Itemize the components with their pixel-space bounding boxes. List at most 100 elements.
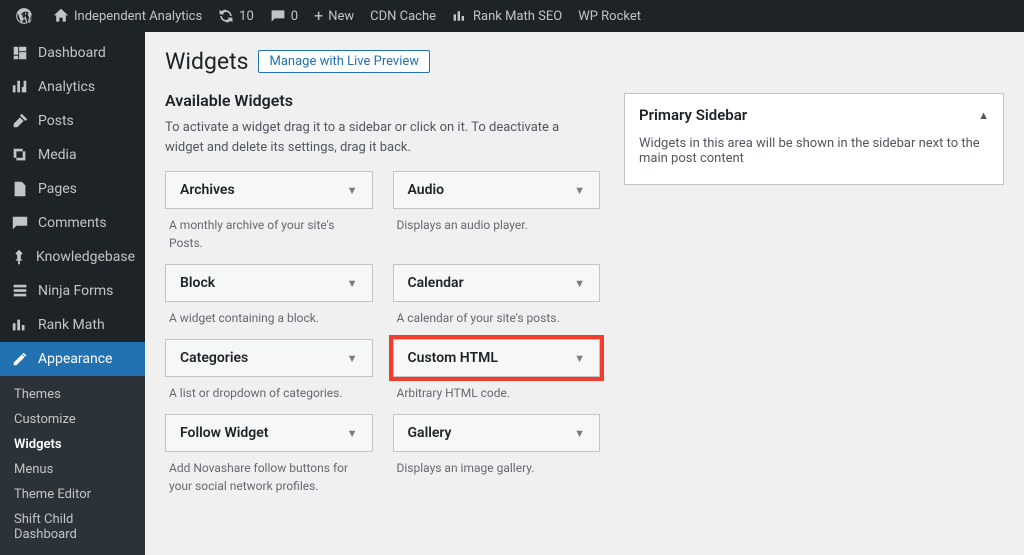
widget-name: Categories bbox=[180, 350, 248, 366]
widget-audio[interactable]: Audio ▼ bbox=[393, 171, 601, 209]
sidebar-item-comments[interactable]: Comments bbox=[0, 206, 145, 240]
widget-desc: A monthly archive of your site's Posts. bbox=[165, 209, 373, 254]
widget-name: Follow Widget bbox=[180, 425, 269, 441]
primary-sidebar-panel: Primary Sidebar ▲ Widgets in this area w… bbox=[624, 93, 1004, 185]
updates[interactable]: 10 bbox=[210, 0, 262, 32]
sidebar-item-rank-math[interactable]: Rank Math bbox=[0, 308, 145, 342]
submenu-shift-child[interactable]: Shift Child Dashboard bbox=[0, 507, 145, 547]
chevron-down-icon: ▼ bbox=[347, 184, 358, 197]
widget-block[interactable]: Block ▼ bbox=[165, 264, 373, 302]
widget-custom-html[interactable]: Custom HTML ▼ bbox=[393, 339, 601, 377]
widget-grid: Archives▼A monthly archive of your site'… bbox=[165, 171, 600, 507]
sidebar-item-ninja-forms[interactable]: Ninja Forms bbox=[0, 274, 145, 308]
sidebar-item-label: Media bbox=[38, 147, 77, 163]
wp-rocket[interactable]: WP Rocket bbox=[570, 0, 649, 32]
chevron-down-icon: ▼ bbox=[574, 427, 585, 440]
sidebar-item-label: Comments bbox=[38, 215, 107, 231]
submenu-customize[interactable]: Customize bbox=[0, 407, 145, 432]
sidebar-item-label: Dashboard bbox=[38, 45, 106, 61]
primary-sidebar-desc: Widgets in this area will be shown in th… bbox=[625, 136, 1003, 184]
available-widgets-desc: To activate a widget drag it to a sideba… bbox=[165, 118, 600, 157]
available-widgets-column: Available Widgets To activate a widget d… bbox=[165, 89, 600, 507]
primary-sidebar-toggle[interactable]: Primary Sidebar ▲ bbox=[625, 94, 1003, 136]
admin-sidebar: Dashboard Analytics Posts Media Pages Co… bbox=[0, 32, 145, 507]
widget-desc: Displays an image gallery. bbox=[393, 452, 601, 479]
widget-cell: Custom HTML ▼ Arbitrary HTML code. bbox=[393, 339, 601, 404]
available-widgets-title: Available Widgets bbox=[165, 91, 600, 110]
widget-gallery[interactable]: Gallery ▼ bbox=[393, 414, 601, 452]
sidebar-item-dashboard[interactable]: Dashboard bbox=[0, 36, 145, 70]
widget-name: Custom HTML bbox=[408, 350, 498, 366]
widget-name: Block bbox=[180, 275, 215, 291]
chevron-down-icon: ▼ bbox=[574, 352, 585, 365]
widget-name: Gallery bbox=[408, 425, 452, 441]
pin-icon bbox=[10, 247, 28, 267]
dashboard-icon bbox=[10, 43, 30, 63]
widget-cell: Follow Widget ▼ Add Novashare follow butto… bbox=[165, 414, 373, 497]
widget-desc: A list or dropdown of categories. bbox=[165, 377, 373, 404]
forms-icon bbox=[10, 281, 30, 301]
widget-cell: Categories ▼ A list or dropdown of categor… bbox=[165, 339, 373, 404]
site-name[interactable]: Independent Analytics bbox=[45, 0, 210, 32]
comments[interactable]: 0 bbox=[262, 0, 306, 32]
sidebar-item-label: Analytics bbox=[38, 79, 95, 95]
sidebar-item-pages[interactable]: Pages bbox=[0, 172, 145, 206]
widget-calendar[interactable]: Calendar ▼ bbox=[393, 264, 601, 302]
submenu-theme-editor[interactable]: Theme Editor bbox=[0, 482, 145, 507]
pages-icon bbox=[10, 179, 30, 199]
widget-desc: A widget containing a block. bbox=[165, 302, 373, 329]
sidebar-item-label: Ninja Forms bbox=[38, 283, 113, 299]
sidebar-item-media[interactable]: Media bbox=[0, 138, 145, 172]
widget-cell: Gallery ▼ Displays an image gallery. bbox=[393, 414, 601, 497]
sidebar-item-label: Pages bbox=[38, 181, 77, 197]
submenu-widgets[interactable]: Widgets bbox=[0, 432, 145, 457]
cdn-cache[interactable]: CDN Cache bbox=[362, 0, 444, 32]
widget-name: Audio bbox=[408, 182, 445, 198]
appearance-icon bbox=[10, 349, 30, 369]
rankmath-icon bbox=[10, 315, 30, 335]
widget-cell: Archives▼A monthly archive of your site'… bbox=[165, 171, 373, 254]
sidebar-item-analytics[interactable]: Analytics bbox=[0, 70, 145, 104]
widget-archives[interactable]: Archives▼ bbox=[165, 171, 373, 209]
widget-cell: Block ▼ A widget containing a block. bbox=[165, 264, 373, 329]
appearance-submenu: Themes Customize Widgets Menus Theme Edi… bbox=[0, 376, 145, 555]
analytics-icon bbox=[10, 77, 30, 97]
submenu-themes[interactable]: Themes bbox=[0, 382, 145, 407]
widget-desc: Add Novashare follow buttons for your so… bbox=[165, 452, 373, 497]
chevron-up-icon: ▲ bbox=[978, 109, 989, 122]
widget-desc: A calendar of your site's posts. bbox=[393, 302, 601, 329]
rank-math-seo[interactable]: Rank Math SEO bbox=[444, 0, 570, 32]
chevron-down-icon: ▼ bbox=[574, 184, 585, 197]
comment-icon bbox=[270, 8, 286, 24]
widget-cell: Audio ▼ Displays an audio player. bbox=[393, 171, 601, 254]
widget-desc: Arbitrary HTML code. bbox=[393, 377, 601, 404]
highlight-box: Custom HTML ▼ bbox=[389, 335, 605, 381]
admin-bar: Independent Analytics 10 0 + New CDN Cac… bbox=[0, 0, 1024, 32]
widget-cell: Calendar ▼ A calendar of your site's posts… bbox=[393, 264, 601, 329]
posts-icon bbox=[10, 111, 30, 131]
sidebar-item-knowledgebase[interactable]: Knowledgebase bbox=[0, 240, 145, 274]
wp-logo[interactable] bbox=[8, 0, 45, 32]
widget-desc: Displays an audio player. bbox=[393, 209, 601, 236]
chevron-down-icon: ▼ bbox=[574, 277, 585, 290]
sidebar-item-posts[interactable]: Posts bbox=[0, 104, 145, 138]
plus-icon: + bbox=[314, 8, 323, 24]
refresh-icon bbox=[218, 8, 234, 24]
widget-name: Calendar bbox=[408, 275, 464, 291]
widget-categories[interactable]: Categories ▼ bbox=[165, 339, 373, 377]
chevron-down-icon: ▼ bbox=[347, 352, 358, 365]
sidebar-item-label: Posts bbox=[38, 113, 74, 129]
chevron-down-icon: ▼ bbox=[347, 427, 358, 440]
sidebar-item-label: Appearance bbox=[38, 351, 112, 367]
home-icon bbox=[53, 8, 69, 24]
sidebar-areas-column: Primary Sidebar ▲ Widgets in this area w… bbox=[624, 93, 1004, 507]
submenu-menus[interactable]: Menus bbox=[0, 457, 145, 482]
new-content[interactable]: + New bbox=[306, 0, 362, 32]
comments-icon bbox=[10, 213, 30, 233]
widget-follow-widget[interactable]: Follow Widget ▼ bbox=[165, 414, 373, 452]
page-title: Widgets Manage with Live Preview bbox=[165, 48, 1004, 75]
chevron-down-icon: ▼ bbox=[347, 277, 358, 290]
media-icon bbox=[10, 145, 30, 165]
manage-live-preview-button[interactable]: Manage with Live Preview bbox=[258, 50, 430, 73]
sidebar-item-appearance[interactable]: Appearance bbox=[0, 342, 145, 376]
